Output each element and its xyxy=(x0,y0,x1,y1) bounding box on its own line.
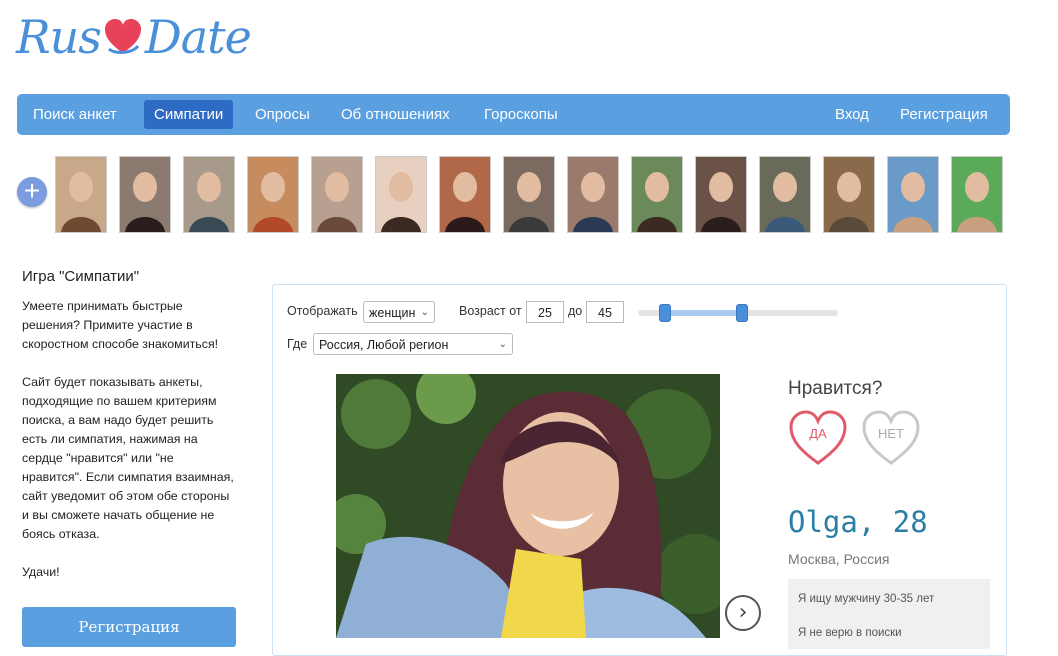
description-paragraph: Сайт будет показывать анкеты, подходящие… xyxy=(22,375,234,541)
nav-item-polls[interactable]: Опросы xyxy=(255,94,310,135)
nav-login-link[interactable]: Вход xyxy=(835,94,869,135)
add-profile-icon[interactable]: + xyxy=(17,177,47,207)
region-select[interactable]: Россия, Любой регион ⌄ xyxy=(313,333,513,355)
profile-bio: Я ищу мужчину 30-35 лет Я не верю в поис… xyxy=(788,579,990,649)
profile-photo xyxy=(336,374,720,638)
profile-thumbnail[interactable] xyxy=(311,156,363,233)
chevron-down-icon: ⌄ xyxy=(420,307,429,318)
profile-thumbnail[interactable] xyxy=(951,156,1003,233)
profile-name-age: Olga, 28 xyxy=(788,505,928,539)
profile-thumbnail[interactable] xyxy=(823,156,875,233)
profile-thumbnail[interactable] xyxy=(887,156,939,233)
profile-thumbnail[interactable] xyxy=(567,156,619,233)
like-yes-button[interactable]: ДА xyxy=(788,408,848,468)
profile-thumbnail[interactable] xyxy=(55,156,107,233)
nav-item-horoscopes[interactable]: Гороскопы xyxy=(484,94,558,135)
game-title: Игра "Симпатии" xyxy=(22,268,140,285)
heart-logo-icon xyxy=(104,19,141,54)
bio-line: Я не верю в поиски xyxy=(798,627,902,639)
age-from-input[interactable]: 25 xyxy=(526,301,564,323)
no-label: НЕТ xyxy=(878,426,904,441)
nav-register-link[interactable]: Регистрация xyxy=(900,94,988,135)
profile-thumbnail[interactable] xyxy=(631,156,683,233)
logo-text-left: Rus xyxy=(16,10,102,64)
profile-thumbnail[interactable] xyxy=(375,156,427,233)
profile-thumbnail[interactable] xyxy=(439,156,491,233)
yes-label: ДА xyxy=(809,426,827,441)
age-to-label: до xyxy=(568,304,583,318)
slider-range-fill xyxy=(664,310,742,316)
where-label: Где xyxy=(287,337,308,351)
main-nav: Поиск анкет Симпатии Опросы Об отношения… xyxy=(17,94,1010,135)
region-select-value: Россия, Любой регион xyxy=(319,338,449,352)
nav-item-sympathy[interactable]: Симпатии xyxy=(144,100,234,129)
logo-text-right: Date xyxy=(144,10,252,64)
register-button[interactable]: Регистрация xyxy=(22,607,236,647)
slider-high-handle[interactable] xyxy=(735,304,748,322)
game-description: Умеете принимать быстрые решения? Примит… xyxy=(22,297,234,601)
slider-low-handle[interactable] xyxy=(658,304,671,322)
profile-thumbnail[interactable] xyxy=(119,156,171,233)
site-logo[interactable]: Rus Date xyxy=(16,6,252,68)
age-to-input[interactable]: 45 xyxy=(586,301,624,323)
like-question: Нравится? xyxy=(788,378,883,399)
profile-thumbnail[interactable] xyxy=(183,156,235,233)
like-no-button[interactable]: НЕТ xyxy=(861,408,921,468)
gender-select[interactable]: женщин ⌄ xyxy=(363,301,435,323)
show-label: Отображать xyxy=(287,304,358,318)
next-profile-button[interactable]: › xyxy=(725,595,761,631)
profile-thumbnail[interactable] xyxy=(503,156,555,233)
profile-thumbnail[interactable] xyxy=(759,156,811,233)
chevron-down-icon: ⌄ xyxy=(498,339,507,350)
gender-select-value: женщин xyxy=(369,306,416,320)
profile-location: Москва, Россия xyxy=(788,551,890,567)
age-range-slider[interactable] xyxy=(638,304,838,322)
age-from-label: Возраст от xyxy=(459,304,522,318)
bio-line: Я ищу мужчину 30-35 лет xyxy=(798,593,935,605)
description-paragraph: Умеете принимать быстрые решения? Примит… xyxy=(22,299,219,351)
profile-thumbnail[interactable] xyxy=(695,156,747,233)
profile-thumbnail[interactable] xyxy=(247,156,299,233)
nav-item-search[interactable]: Поиск анкет xyxy=(33,94,117,135)
nav-item-relationships[interactable]: Об отношениях xyxy=(341,94,450,135)
description-paragraph: Удачи! xyxy=(22,565,60,579)
